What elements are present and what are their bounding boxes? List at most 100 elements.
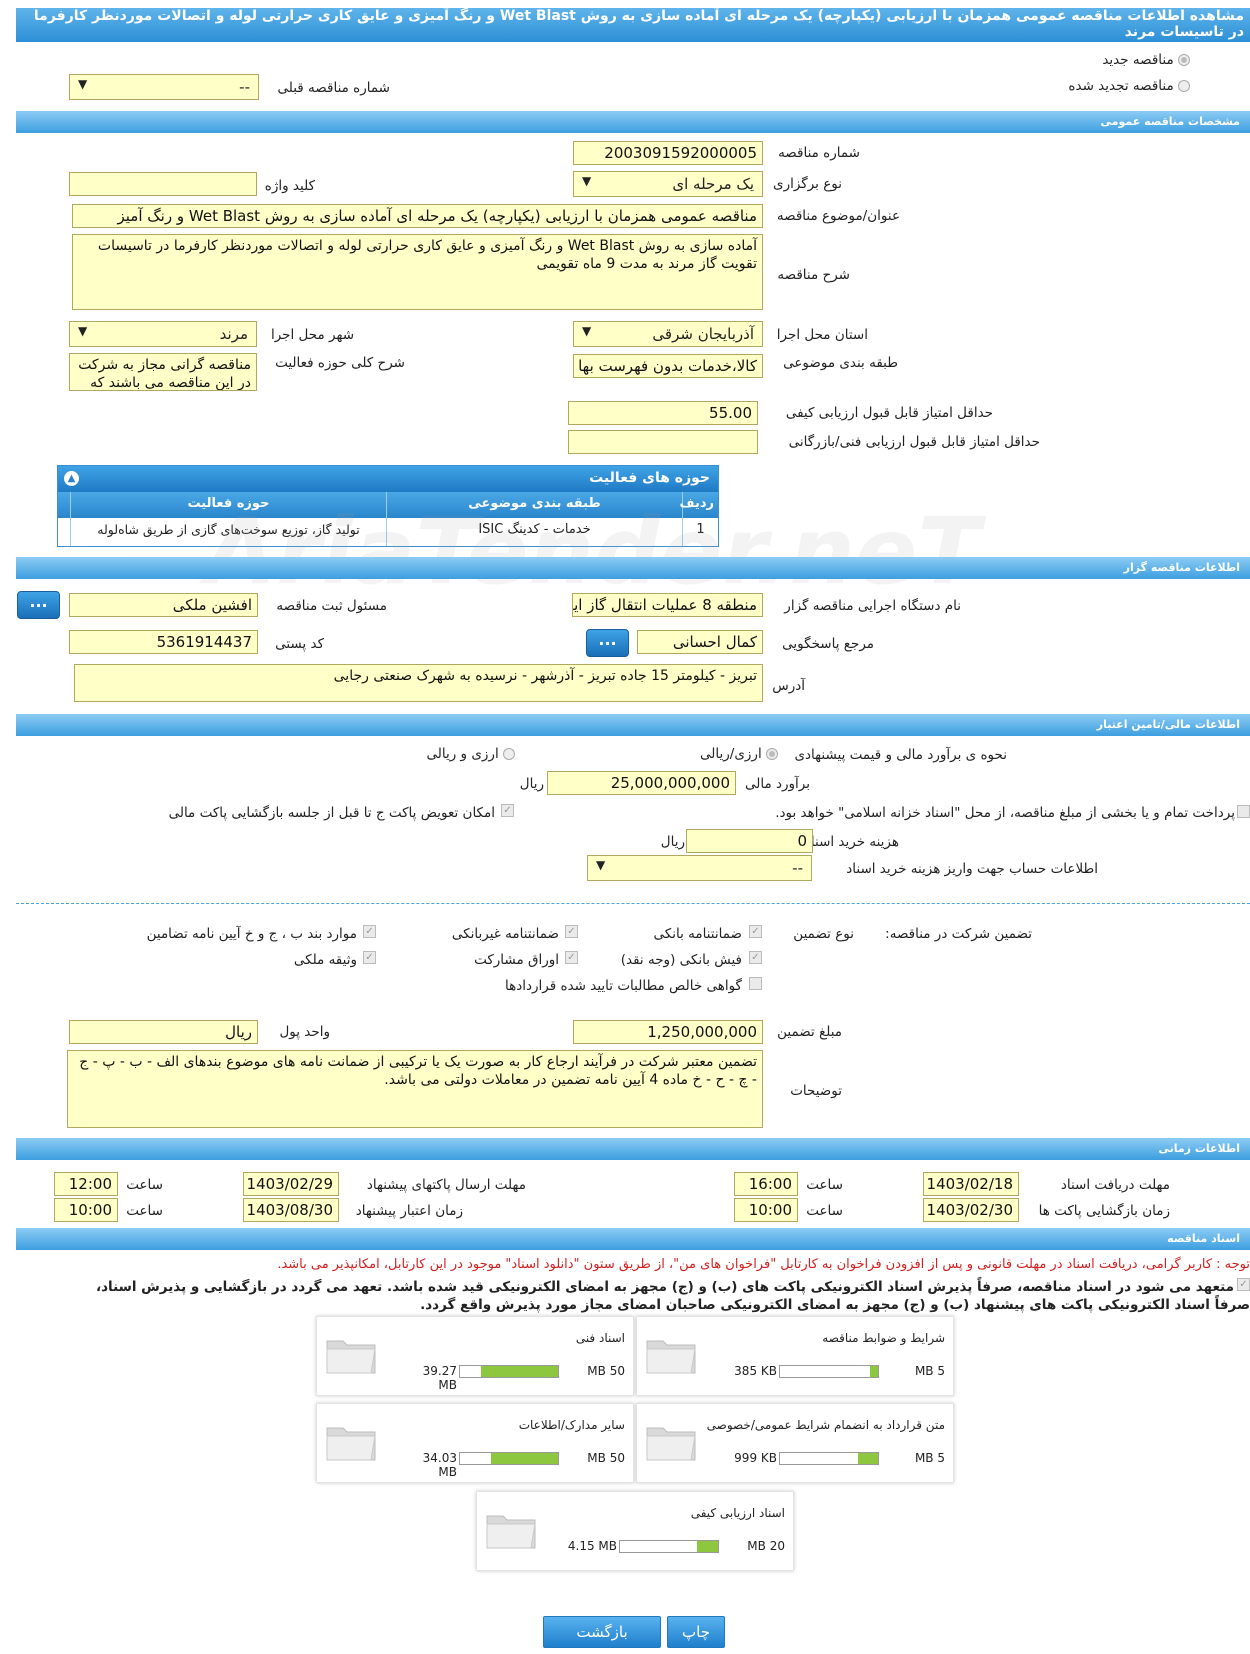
prev-tender-select[interactable]: -- ▼ <box>69 74 259 100</box>
activity-desc-label: شرح کلی حوزه فعالیت <box>275 355 405 371</box>
renewed-tender-option[interactable]: مناقصه تجدید شده <box>1068 78 1190 94</box>
back-button[interactable]: بازگشت <box>543 1616 661 1648</box>
print-button[interactable]: چاپ <box>667 1616 725 1648</box>
send-time-field: 12:00 <box>54 1172 118 1196</box>
valid-date-field: 1403/08/30 <box>243 1198 339 1222</box>
org-label: نام دستگاه اجرایی مناقصه گزار <box>784 598 961 614</box>
guarantee-title: تضمین شرکت در مناقصه: <box>885 926 1032 942</box>
commit-checkbox[interactable]: ✓ <box>1237 1278 1250 1291</box>
cash-checkbox[interactable]: ✓ <box>749 951 762 964</box>
city-select[interactable]: مرند ▼ <box>69 321 257 347</box>
doc-progress-fill <box>697 1541 718 1552</box>
prev-tender-label: شماره مناقصه قبلی <box>277 80 390 96</box>
receivables-checkbox[interactable] <box>749 977 762 990</box>
folder-icon <box>326 1427 376 1461</box>
commit-text-2: صرفاً اسناد الکترونیکی پاکت های پیشنهاد … <box>420 1297 1250 1313</box>
commit-text-1: متعهد می شود در اسناد مناقصه، صرفاً پذیر… <box>95 1279 1234 1295</box>
bonds-checkbox[interactable]: ✓ <box>565 951 578 964</box>
doc-card[interactable]: اسناد فنی 39.27 MB 50 MB <box>316 1316 634 1396</box>
city-label: شهر محل اجرا <box>270 327 354 343</box>
opt-fx-option[interactable]: ارزی و ریالی <box>426 746 515 762</box>
postal-label: کد پستی <box>275 636 324 652</box>
doc-name: اسناد ارزیابی کیفی <box>690 1506 785 1520</box>
renewed-tender-radio[interactable] <box>1178 80 1190 92</box>
new-tender-radio[interactable] <box>1178 54 1190 66</box>
doc-current-size: 34.03 MB <box>422 1451 457 1479</box>
min-quality-label: حداقل امتیاز قابل قبول ارزیابی کیفی <box>785 405 993 421</box>
send-label: مهلت ارسال پاکتهای پیشنهاد <box>366 1177 526 1193</box>
doc-name: شرایط و ضوابط مناقصه <box>822 1331 945 1345</box>
open-time-field: 10:00 <box>734 1198 798 1222</box>
doc-current-size: 4.15 MB <box>567 1539 617 1553</box>
doc-progress-fill <box>491 1453 558 1464</box>
watermark: AriaTender.neT <box>205 498 981 605</box>
org-field: منطقه 8 عملیات انتقال گاز ایران <box>572 593 763 617</box>
opt-rial-label: ارزی/ریالی <box>700 746 762 762</box>
docs-notice: توجه : کاربر گرامی، دریافت اسناد در مهلت… <box>277 1257 1250 1272</box>
page-title-cont: در تاسیسات مرند <box>1124 24 1244 40</box>
new-tender-option[interactable]: مناقصه جدید <box>1102 52 1190 68</box>
chevron-down-icon: ▼ <box>78 77 88 91</box>
receive-time-label: ساعت <box>806 1177 843 1193</box>
registrar-field: افشین ملکی <box>69 593 258 617</box>
valid-label: زمان اعتبار پیشنهاد <box>355 1203 463 1219</box>
notes-field: تضمین معتبر شرکت در فرآیند ارجاع کار به … <box>67 1050 763 1128</box>
doc-progress-fill <box>870 1366 878 1377</box>
doc-max-size: 50 MB <box>587 1451 625 1465</box>
bank-guarantee-checkbox[interactable]: ✓ <box>749 925 762 938</box>
doc-max-size: 50 MB <box>587 1364 625 1378</box>
type-select[interactable]: یک مرحله ای ▼ <box>573 171 763 197</box>
chevron-down-icon: ▼ <box>78 324 88 338</box>
tender-number-label: شماره مناقصه <box>778 145 860 161</box>
subject-label: عنوان/موضوع مناقصه <box>776 208 900 224</box>
receivables-label: گواهی خالص مطالبات تایید شده قراردادها <box>505 978 742 994</box>
opt-fx-radio[interactable] <box>503 748 515 760</box>
treasury-checkbox[interactable] <box>1237 805 1250 818</box>
doc-card[interactable]: اسناد ارزیابی کیفی 4.15 MB 20 MB <box>476 1491 794 1571</box>
doc-max-size: 5 MB <box>914 1364 945 1378</box>
folder-icon <box>486 1515 536 1549</box>
notes-label: توضیحات <box>790 1083 842 1099</box>
currency-label: واحد پول <box>279 1024 330 1040</box>
opt-rial-option[interactable]: ارزی/ریالی <box>700 746 778 762</box>
open-time-label: ساعت <box>806 1203 843 1219</box>
chevron-down-icon: ▼ <box>582 324 592 338</box>
estimate-label: برآورد مالی <box>744 776 810 792</box>
divider <box>16 903 1250 904</box>
doc-card[interactable]: شرایط و ضوابط مناقصه 385 KB 5 MB <box>636 1316 954 1396</box>
swap-checkbox[interactable]: ✓ <box>501 804 514 817</box>
category-label: طبقه بندی موضوعی <box>783 355 898 371</box>
receive-time-field: 16:00 <box>734 1172 798 1196</box>
send-date-field: 1403/02/29 <box>243 1172 339 1196</box>
keyword-label: کلید واژه <box>264 178 315 194</box>
items-bjkh-checkbox[interactable]: ✓ <box>363 925 376 938</box>
account-select[interactable]: -- ▼ <box>587 855 812 881</box>
keyword-field <box>69 172 257 196</box>
estimate-field: 25,000,000,000 <box>547 771 736 795</box>
property-checkbox[interactable]: ✓ <box>363 951 376 964</box>
activity-table-title: حوزه های فعالیت ▲ <box>58 466 718 492</box>
currency-field: ریال <box>69 1020 258 1044</box>
doc-current-size: 385 KB <box>734 1364 777 1378</box>
nonbank-guarantee-checkbox[interactable]: ✓ <box>565 925 578 938</box>
section-general: مشخصات مناقصه عمومی <box>16 111 1250 133</box>
description-field: آماده سازی به روش Wet Blast و رنگ آمیزی … <box>72 234 763 310</box>
receive-label: مهلت دریافت اسناد <box>1060 1177 1170 1193</box>
cash-label: فیش بانکی (وجه نقد) <box>620 952 742 968</box>
doc-progress-bar <box>459 1365 559 1378</box>
new-tender-label: مناقصه جدید <box>1102 52 1174 68</box>
opt-rial-radio[interactable] <box>766 748 778 760</box>
doc-card[interactable]: سایر مدارک/اطلاعات 34.03 MB 50 MB <box>316 1403 634 1483</box>
doc-card[interactable]: متن قرارداد به انضمام شرایط عمومی/خصوصی 9… <box>636 1403 954 1483</box>
min-tech-field <box>568 430 758 454</box>
doc-max-size: 20 MB <box>747 1539 785 1553</box>
chevron-down-icon: ▼ <box>582 174 592 188</box>
collapse-icon[interactable]: ▲ <box>64 471 79 486</box>
reference-more-button[interactable]: ... <box>586 629 629 657</box>
chevron-down-icon: ▼ <box>596 858 606 872</box>
description-label: شرح مناقصه <box>777 267 850 283</box>
province-select[interactable]: آذربایجان شرقی ▼ <box>573 321 763 347</box>
registrar-more-button[interactable]: ... <box>17 591 60 619</box>
renewed-tender-label: مناقصه تجدید شده <box>1068 78 1174 94</box>
swap-text: امکان تعویض پاکت ج تا قبل از جلسه بازگشا… <box>168 805 495 821</box>
